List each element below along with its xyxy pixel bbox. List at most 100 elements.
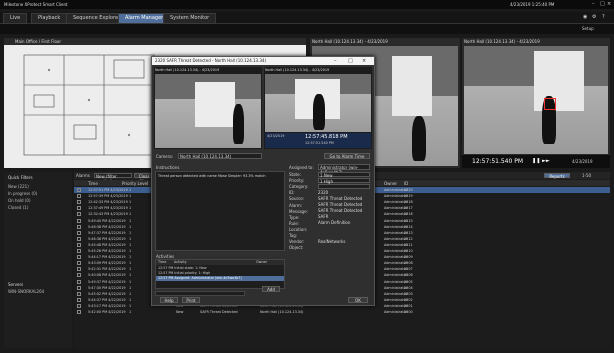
row-checkbox[interactable] <box>77 218 81 223</box>
row-checkbox[interactable] <box>77 188 81 192</box>
row-checkbox[interactable] <box>77 249 81 253</box>
col-time[interactable]: Time <box>88 181 98 186</box>
reports-button[interactable]: Reports <box>544 173 570 179</box>
instructions-text: Threat person detected with name Mose Si… <box>158 174 266 178</box>
filter-new[interactable]: New (221) <box>8 184 29 189</box>
row-id: 2319 <box>404 194 413 199</box>
maximize-icon[interactable]: □ <box>600 1 605 7</box>
camera-select[interactable]: North Hall (10.124.13.34) <box>178 153 262 159</box>
fast-forward-icon[interactable]: ►► <box>542 158 550 164</box>
row-checkbox[interactable] <box>77 230 81 235</box>
map-header: Main Office / First Floor <box>4 38 306 45</box>
camera-icon[interactable]: ◉ <box>583 14 587 20</box>
row-priority: 1 <box>129 242 132 247</box>
row-checkbox[interactable] <box>77 261 81 266</box>
dialog-title-bar: 2320 SAFR Threat Detected - North Hall (… <box>152 57 374 65</box>
row-checkbox[interactable] <box>77 206 81 211</box>
row-time: 5:47:30 PM 4/22/2019 <box>88 285 126 290</box>
row-time: 5:49:37 PM 4/22/2019 <box>88 279 126 284</box>
row-checkbox[interactable] <box>77 212 81 217</box>
col-owner[interactable]: Owner <box>384 181 397 186</box>
row-time: 5:44:17 PM 4/22/2019 <box>88 255 126 260</box>
settings-icon[interactable]: ⚙ <box>592 14 596 20</box>
field-label: Rule: <box>289 220 300 226</box>
row-checkbox[interactable] <box>77 297 81 302</box>
row-time: 5:49:40 PM 4/22/2019 <box>88 218 126 223</box>
dialog-camera-right[interactable]: North Hall (10.124.13.34) - 4/23/2019 4/… <box>264 67 372 149</box>
dialog-minimize-icon[interactable]: – <box>334 57 337 65</box>
field-select[interactable] <box>318 183 370 190</box>
row-checkbox[interactable] <box>77 236 81 241</box>
row-id: 2301 <box>404 303 413 308</box>
tab-playback[interactable]: Playback <box>31 13 68 24</box>
camera-image-2 <box>464 46 608 154</box>
field-value: SAFR Threat Detected <box>318 195 363 201</box>
field-value: Alarm Definition <box>318 220 351 226</box>
alarm-filter-dropdown[interactable]: New (filter applied) <box>94 173 132 184</box>
activity-row-selected[interactable]: 12:57 PM Assigned: Administrator (win-4n… <box>156 276 284 281</box>
activity-col-activity: Activity <box>174 260 187 264</box>
row-checkbox[interactable] <box>77 200 81 205</box>
row-priority: 1 <box>129 255 132 260</box>
filter-closed[interactable]: Closed (1) <box>8 205 28 210</box>
dialog-camera-right-image <box>265 74 371 132</box>
field-label: Message: <box>289 208 308 214</box>
row-id: 2310 <box>404 249 413 253</box>
server-item[interactable]: WIN-SNORKAL264 <box>8 289 44 294</box>
minimize-icon[interactable]: – <box>592 1 595 7</box>
row-time: 12:57:39 PM 4/23/2019 <box>88 194 128 199</box>
camera-view-2[interactable]: North Hall (10.124.13.34) - 4/23/2019 12… <box>462 38 610 168</box>
activity-row[interactable]: 12:57 PM Initial state: 1: New <box>158 266 207 270</box>
filter-in-progress[interactable]: In progress (0) <box>8 191 37 196</box>
help-button[interactable]: Help <box>160 297 178 303</box>
col-id[interactable]: ID <box>404 181 408 186</box>
tab-label: Sequence Explorer <box>73 15 121 21</box>
row-id: 2312 <box>404 236 413 241</box>
tab-system-monitor[interactable]: System Monitor <box>163 13 217 24</box>
row-checkbox[interactable] <box>77 279 81 284</box>
dialog-close-icon[interactable]: × <box>362 57 366 65</box>
add-activity-button[interactable]: Add <box>262 286 280 292</box>
assigned-to-select[interactable]: Administrator (win-4n5we4b7) <box>318 164 370 175</box>
col-priority[interactable]: Priority Level <box>122 181 148 186</box>
dialog-timeline[interactable]: 4/23/2019 12:57:45.818 PM 12:57:51.540 P… <box>265 133 371 148</box>
print-button[interactable]: Print <box>182 297 200 303</box>
tab-live[interactable]: Live <box>3 13 28 24</box>
setup-button[interactable]: Setup <box>582 26 594 31</box>
row-checkbox[interactable] <box>77 310 81 314</box>
tab-label: System Monitor <box>170 15 210 21</box>
field-label: Tag: <box>289 233 298 238</box>
dialog-time: 12:57:45.818 PM <box>305 134 348 140</box>
playback-timeline[interactable]: 12:57:51.540 PM ❚❚ ►► 4/23/2019 <box>462 155 610 168</box>
row-checkbox[interactable] <box>77 255 81 260</box>
dialog-camera-left[interactable]: North Hall (10.124.13.34) - 4/23/2019 <box>154 67 262 149</box>
title-bar: Milestone XProtect Smart Client 4/23/201… <box>0 0 614 9</box>
field-select[interactable]: 1 High <box>318 177 370 184</box>
filter-on-hold[interactable]: On hold (0) <box>8 198 31 203</box>
map-title: Main Office / First Floor <box>15 39 62 44</box>
field-select[interactable]: 1 New <box>318 171 370 178</box>
row-checkbox[interactable] <box>77 303 81 308</box>
row-checkbox[interactable] <box>77 273 81 278</box>
activity-input[interactable] <box>155 291 245 296</box>
row-checkbox[interactable] <box>77 194 81 199</box>
help-icon[interactable]: ? <box>602 14 605 20</box>
table-row[interactable]: 5:42:00 PM 4/22/2019 1 New SAFR Threat Dete… <box>74 309 610 315</box>
row-id: 2316 <box>404 212 413 217</box>
row-priority: 1 <box>129 236 132 241</box>
pause-icon[interactable]: ❚❚ <box>532 158 540 164</box>
row-checkbox[interactable] <box>77 267 81 272</box>
row-priority: 1 <box>129 218 132 223</box>
close-icon[interactable]: × <box>607 1 611 7</box>
row-checkbox[interactable] <box>77 291 81 296</box>
activity-row[interactable]: 12:57 PM Initial priority: 1: High <box>158 271 210 275</box>
row-time: 5:43:17 PM 4/22/2019 <box>88 303 126 308</box>
row-checkbox[interactable] <box>77 224 81 229</box>
go-to-alarm-time-button[interactable]: Go to Alarm Time <box>324 153 370 159</box>
dialog-maximize-icon[interactable]: □ <box>348 57 353 65</box>
row-checkbox[interactable] <box>77 242 81 247</box>
row-id: 2309 <box>404 255 413 260</box>
row-id: 2300 <box>404 310 413 314</box>
row-checkbox[interactable] <box>77 285 81 290</box>
ok-button[interactable]: OK <box>348 297 368 303</box>
